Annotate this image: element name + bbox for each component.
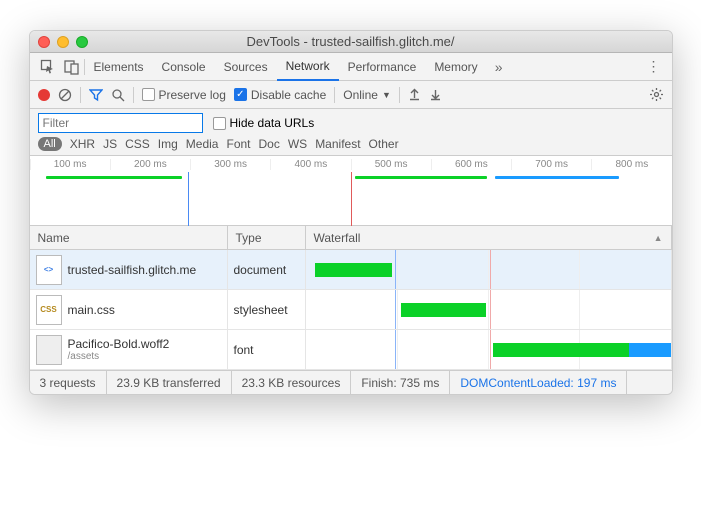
device-icon[interactable]: [60, 55, 84, 79]
network-toolbar: Preserve log ✓ Disable cache Online ▼: [30, 81, 672, 109]
timeline-tick: 300 ms: [190, 159, 270, 170]
timeline-tick: 500 ms: [351, 159, 431, 170]
column-waterfall[interactable]: Waterfall▲: [306, 226, 672, 249]
timeline-marker: [351, 172, 352, 226]
column-type[interactable]: Type: [228, 226, 306, 249]
hide-data-urls-checkbox[interactable]: Hide data URLs: [213, 116, 315, 130]
table-row[interactable]: CSSmain.cssstylesheet: [30, 290, 672, 330]
tab-sources[interactable]: Sources: [215, 53, 277, 81]
panel-tabs: ElementsConsoleSourcesNetworkPerformance…: [30, 53, 672, 81]
file-name: main.css: [68, 303, 115, 317]
kebab-menu-icon[interactable]: ⋮: [642, 55, 666, 79]
filter-type-other[interactable]: Other: [369, 137, 399, 151]
file-name: trusted-sailfish.glitch.me: [68, 263, 197, 277]
devtools-window: DevTools - trusted-sailfish.glitch.me/ E…: [29, 30, 673, 395]
more-tabs-icon[interactable]: »: [487, 55, 511, 79]
file-type: document: [234, 263, 287, 277]
close-button[interactable]: [38, 36, 50, 48]
disable-cache-checkbox[interactable]: ✓ Disable cache: [234, 88, 326, 102]
preserve-log-checkbox[interactable]: Preserve log: [142, 88, 226, 102]
waterfall-bar: [629, 343, 670, 357]
tab-network[interactable]: Network: [277, 53, 339, 81]
filter-bar: Hide data URLs All XHR JS CSS Img Media Font Do…: [30, 109, 672, 156]
timeline-overview[interactable]: 100 ms200 ms300 ms400 ms500 ms600 ms700 …: [30, 156, 672, 226]
waterfall-bar: [493, 343, 630, 357]
filter-icon[interactable]: [89, 88, 103, 102]
status-transferred: 23.9 KB transferred: [107, 371, 232, 394]
sort-arrow-icon: ▲: [654, 233, 663, 243]
window-controls: [38, 36, 88, 48]
filter-type-manifest[interactable]: Manifest: [315, 137, 360, 151]
status-requests: 3 requests: [30, 371, 107, 394]
download-icon[interactable]: [429, 88, 442, 101]
status-bar: 3 requests 23.9 KB transferred 23.3 KB r…: [30, 370, 672, 394]
checkbox-icon: ✓: [234, 88, 247, 101]
checkbox-icon: [142, 88, 155, 101]
filter-type-css[interactable]: CSS: [125, 137, 150, 151]
filter-type-js[interactable]: JS: [103, 137, 117, 151]
tab-elements[interactable]: Elements: [85, 53, 153, 81]
chevron-down-icon: ▼: [382, 90, 391, 100]
inspect-icon[interactable]: [36, 55, 60, 79]
timeline-bar: [46, 176, 182, 179]
filter-type-media[interactable]: Media: [186, 137, 219, 151]
tab-console[interactable]: Console: [153, 53, 215, 81]
waterfall-bar: [401, 303, 485, 317]
timeline-bar: [495, 176, 619, 179]
filter-type-img[interactable]: Img: [158, 137, 178, 151]
filter-type-xhr[interactable]: XHR: [70, 137, 95, 151]
tab-performance[interactable]: Performance: [339, 53, 426, 81]
filter-type-all[interactable]: All: [38, 137, 62, 151]
status-dcl: DOMContentLoaded: 197 ms: [450, 371, 627, 394]
filter-type-doc[interactable]: Doc: [259, 137, 280, 151]
file-name: Pacifico-Bold.woff2: [68, 337, 170, 351]
file-path: /assets: [68, 351, 170, 363]
clear-icon[interactable]: [58, 88, 72, 102]
table-header: Name Type Waterfall▲: [30, 226, 672, 250]
status-resources: 23.3 KB resources: [232, 371, 352, 394]
timeline-marker: [188, 172, 189, 226]
upload-icon[interactable]: [408, 88, 421, 101]
minimize-button[interactable]: [57, 36, 69, 48]
record-button[interactable]: [38, 89, 50, 101]
timeline-tick: 200 ms: [110, 159, 190, 170]
timeline-tick: 100 ms: [30, 159, 110, 170]
table-row[interactable]: <>trusted-sailfish.glitch.medocument: [30, 250, 672, 290]
status-finish: Finish: 735 ms: [351, 371, 450, 394]
tab-memory[interactable]: Memory: [425, 53, 486, 81]
filter-input[interactable]: [38, 113, 203, 133]
throttle-select[interactable]: Online ▼: [343, 88, 391, 102]
request-table: Name Type Waterfall▲ <>trusted-sailfish.…: [30, 226, 672, 370]
timeline-tick: 800 ms: [591, 159, 671, 170]
zoom-button[interactable]: [76, 36, 88, 48]
file-type: font: [234, 343, 254, 357]
search-icon[interactable]: [111, 88, 125, 102]
timeline-tick: 400 ms: [270, 159, 350, 170]
file-type: stylesheet: [234, 303, 288, 317]
checkbox-icon: [213, 117, 226, 130]
settings-gear-icon[interactable]: [649, 87, 664, 102]
timeline-tick: 700 ms: [511, 159, 591, 170]
timeline-tick: 600 ms: [431, 159, 511, 170]
table-row[interactable]: Pacifico-Bold.woff2/assets font: [30, 330, 672, 370]
titlebar: DevTools - trusted-sailfish.glitch.me/: [30, 31, 672, 53]
window-title: DevTools - trusted-sailfish.glitch.me/: [30, 34, 672, 49]
waterfall-bar: [315, 263, 393, 277]
column-name[interactable]: Name: [30, 226, 228, 249]
timeline-bar: [355, 176, 487, 179]
filter-type-ws[interactable]: WS: [288, 137, 307, 151]
filter-type-font[interactable]: Font: [226, 137, 250, 151]
